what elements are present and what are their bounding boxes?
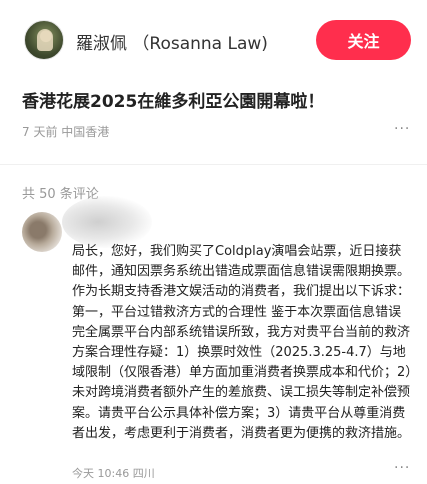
post-title: 香港花展2025在維多利亞公園開幕啦！ [22,92,325,112]
comment-more-icon[interactable]: ··· [394,460,410,476]
section-divider [0,164,427,165]
comment-meta: 今天 10:46 四川 [72,467,155,480]
commenter-name-blurred [62,196,152,248]
commenter-avatar[interactable] [22,212,62,252]
follow-button[interactable]: 关注 [316,20,411,60]
post-more-icon[interactable]: ··· [394,121,410,137]
comment-text: 局长，您好，我们购买了Coldplay演唱会站票，近日接获邮件，通知因票务系统出… [72,244,412,441]
author-avatar[interactable] [24,20,64,60]
post-header: 羅淑佩 （Rosanna Law) 关注 [0,0,427,76]
author-name[interactable]: 羅淑佩 （Rosanna Law) [76,29,268,54]
post-meta: 7 天前 中国香港 [22,125,110,139]
